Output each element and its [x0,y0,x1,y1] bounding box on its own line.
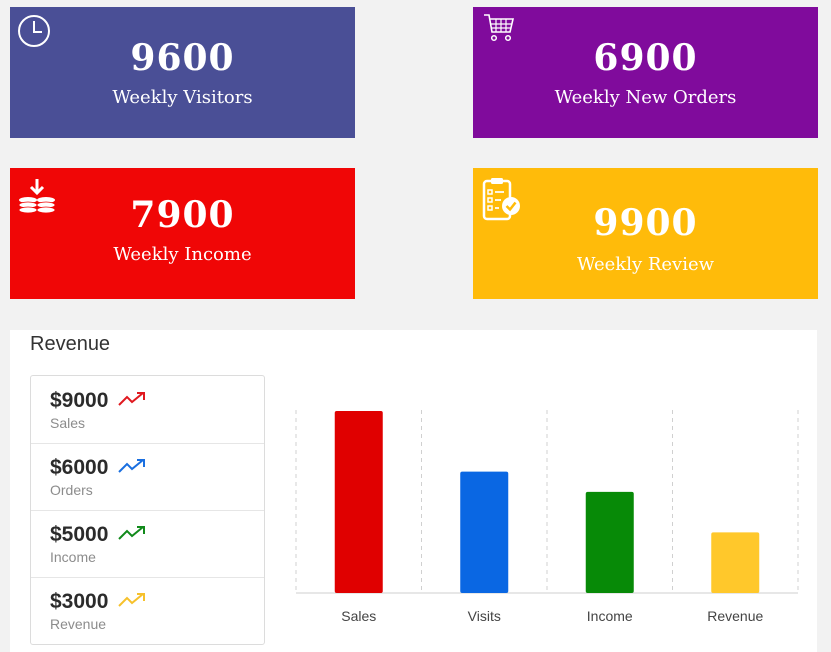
x-tick-label: Income [587,608,633,624]
stat-orders[interactable]: $6000 Orders [31,443,264,511]
orders-value: 6900 [593,37,698,79]
revenue-title: Revenue [30,333,111,355]
bar-income[interactable] [585,491,634,593]
stat-amount: $6000 [50,456,109,479]
visitors-value: 9600 [130,37,235,79]
stat-amount: $3000 [50,590,109,613]
orders-card[interactable]: 6900 Weekly New Orders [473,7,818,138]
stat-amount: $5000 [50,523,109,546]
income-card[interactable]: 7900 Weekly Income [10,168,355,299]
review-value: 9900 [593,202,698,244]
stat-revenue[interactable]: $3000 Revenue [31,577,264,644]
stat-income[interactable]: $5000 Income [31,510,264,578]
stat-sales[interactable]: $9000 Sales [31,376,264,444]
stat-label: Income [50,549,96,565]
review-card[interactable]: 9900 Weekly Review [473,168,818,299]
stat-label: Sales [50,415,86,431]
revenue-bar-chart: Sales Visits Income Revenue [295,410,799,624]
visitors-card[interactable]: 9600 Weekly Visitors [10,7,355,138]
trend-up-icon [118,593,145,607]
x-tick-label: Revenue [707,608,763,624]
stat-label: Orders [50,482,93,498]
trend-up-icon [118,526,145,540]
revenue-panel: Revenue $9000 Sales $6000 Orders $5000 I… [10,330,817,652]
x-tick-label: Sales [341,608,376,624]
revenue-stats-list: $9000 Sales $6000 Orders $5000 Income $3… [30,375,265,645]
trend-up-icon [118,392,145,406]
income-value: 7900 [130,194,235,236]
bar-revenue[interactable] [711,532,760,593]
bar-visits[interactable] [460,471,509,593]
visitors-label: Weekly Visitors [112,87,253,108]
x-tick-label: Visits [468,608,501,624]
bar-sales[interactable] [334,411,383,593]
orders-label: Weekly New Orders [554,87,737,108]
income-label: Weekly Income [113,244,252,265]
trend-up-icon [118,459,145,473]
stat-amount: $9000 [50,389,109,412]
review-label: Weekly Review [576,254,715,275]
stat-label: Revenue [50,616,107,632]
